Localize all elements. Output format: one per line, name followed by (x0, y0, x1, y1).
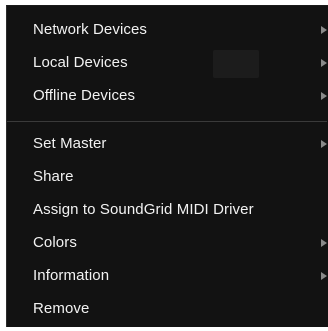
submenu-arrow-icon (321, 140, 327, 148)
menu-item-share[interactable]: Share (7, 163, 327, 191)
menu-item-label: Colors (33, 234, 77, 251)
menu-item-label: Information (33, 267, 110, 284)
menu-item-local-devices[interactable]: Local Devices (7, 49, 327, 77)
menu-item-offline-devices[interactable]: Offline Devices (7, 82, 327, 110)
menu-item-label: Share (33, 168, 74, 185)
menu-item-label: Network Devices (33, 21, 148, 38)
menu-item-network-devices[interactable]: Network Devices (7, 16, 327, 44)
screenshot-frame: Network Devices Local Devices Offline De… (0, 0, 328, 331)
submenu-arrow-icon (321, 92, 327, 100)
menu-item-remove[interactable]: Remove (7, 295, 327, 323)
context-menu: Network Devices Local Devices Offline De… (6, 5, 328, 327)
menu-separator (7, 121, 327, 122)
menu-item-colors[interactable]: Colors (7, 229, 327, 257)
menu-item-assign-midi-driver[interactable]: Assign to SoundGrid MIDI Driver (7, 196, 327, 224)
menu-item-set-master[interactable]: Set Master (7, 130, 327, 158)
menu-item-information[interactable]: Information (7, 262, 327, 290)
menu-item-label: Set Master (33, 135, 107, 152)
menu-item-label: Offline Devices (33, 87, 136, 104)
submenu-arrow-icon (321, 59, 327, 67)
submenu-arrow-icon (321, 272, 327, 280)
submenu-arrow-icon (321, 239, 327, 247)
menu-item-label: Assign to SoundGrid MIDI Driver (33, 201, 254, 218)
submenu-arrow-icon (321, 26, 327, 34)
menu-item-label: Remove (33, 300, 90, 317)
menu-item-label: Local Devices (33, 54, 128, 71)
